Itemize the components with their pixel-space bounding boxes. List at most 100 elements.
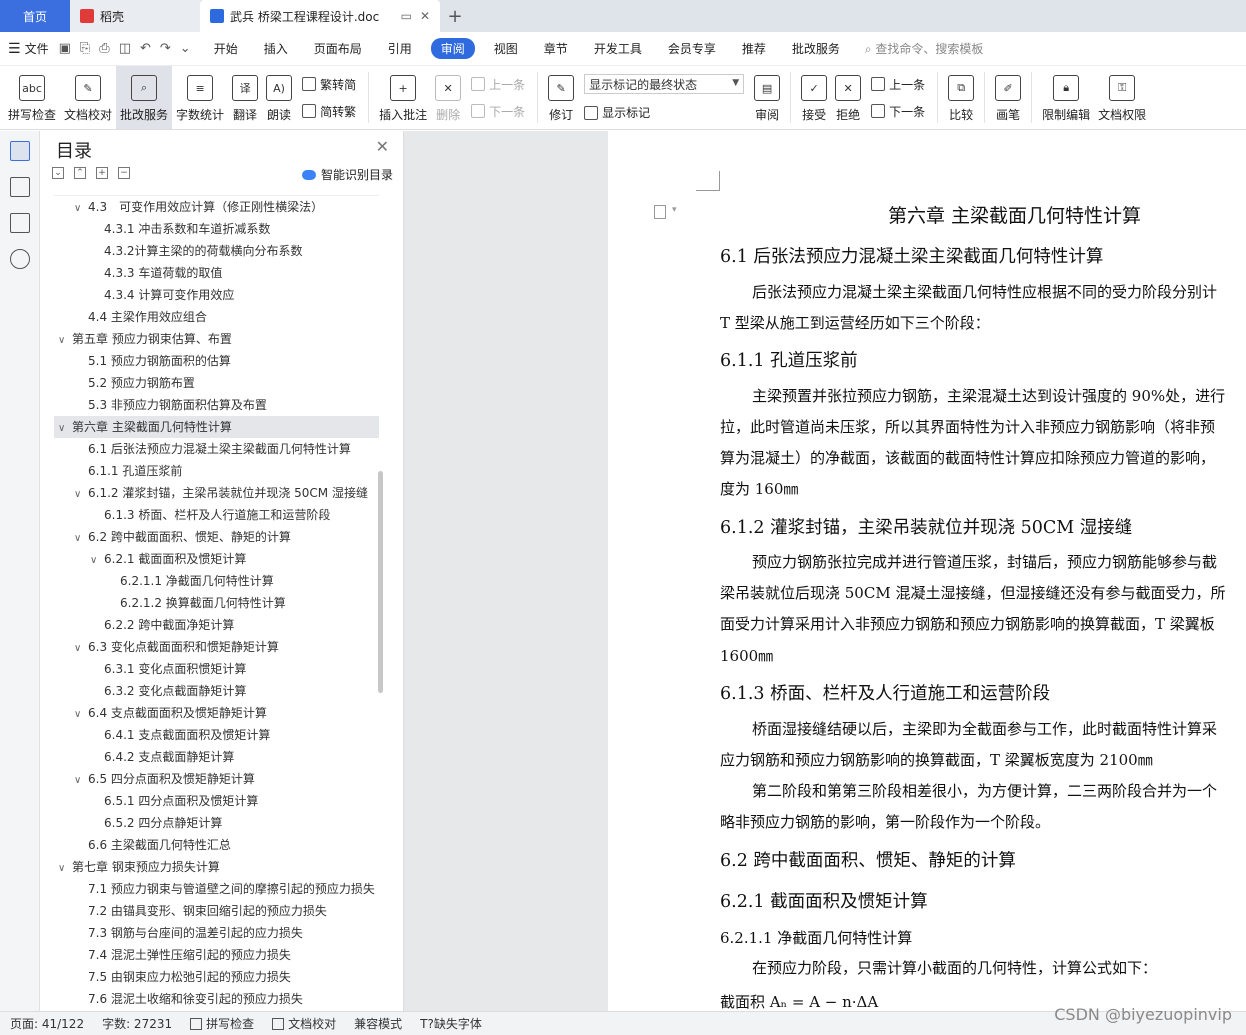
tab-home[interactable]: 首页 [0,0,70,32]
next-change-button[interactable]: 下一条 [871,103,925,120]
customize-icon[interactable]: ⌄ [180,41,191,56]
delete-comment-button[interactable]: ✕ 删除 [431,66,465,129]
simp-to-trad-button[interactable]: 简转繁 [302,103,356,120]
proofread-status[interactable]: 文档校对 [272,1015,336,1032]
toc-item[interactable]: 4.3.2计算主梁的的荷载横向分布系数 [54,240,379,262]
redo-icon[interactable]: ↷ [160,41,171,56]
trad-to-simp-button[interactable]: 繁转简 [302,76,356,93]
paragraph-doc-icon[interactable] [654,205,666,219]
toc-item[interactable]: 6.4.1 支点截面面积及惯矩计算 [54,724,379,746]
next-comment-button[interactable]: 下一条 [471,103,525,120]
toc-item[interactable]: 7.5 由钢束应力松弛引起的预应力损失 [54,966,379,988]
toc-item[interactable]: ∨ 6.3 变化点截面面积和惯矩静矩计算 [54,636,379,658]
tab-daoke[interactable]: 稻壳 [70,0,200,32]
toc-item[interactable]: ∨ 6.5 四分点面积及惯矩静矩计算 [54,768,379,790]
collapse-all-icon[interactable]: ⌄ [52,167,64,179]
chevron-down-icon[interactable]: ∨ [74,638,88,658]
chevron-down-icon[interactable]: ∨ [74,198,88,218]
reject-button[interactable]: ✕ 拒绝 [831,66,865,129]
tab-document[interactable]: 武兵 桥梁工程课程设计.doc ▭ ✕ [200,0,440,32]
doc-permission-button[interactable]: ⚿ 文档权限 [1094,66,1150,129]
toc-item[interactable]: 5.3 非预应力钢筋面积估算及布置 [54,394,379,416]
prev-comment-button[interactable]: 上一条 [471,76,525,93]
toc-item[interactable]: 6.3.2 变化点截面静矩计算 [54,680,379,702]
insert-comment-button[interactable]: + 插入批注 [375,66,431,129]
chevron-down-icon[interactable]: ∨ [58,858,72,878]
word-count-indicator[interactable]: 字数: 27231 [102,1015,172,1032]
toc-item[interactable]: ∨ 第六章 主梁截面几何特性计算 [54,416,379,438]
toc-item[interactable]: 6.1.3 桥面、栏杆及人行道施工和运营阶段 [54,504,379,526]
remove-heading-icon[interactable]: − [118,167,130,179]
track-changes-button[interactable]: ✎ 修订 [544,66,578,129]
file-menu[interactable]: ☰ 文件 [8,40,49,57]
toc-panel-icon[interactable] [10,141,30,161]
print-icon[interactable]: ⎙ [99,41,109,56]
chevron-down-icon[interactable]: ∨ [58,418,72,438]
toc-item[interactable]: 6.5.1 四分点面积及惯矩计算 [54,790,379,812]
pin-window-icon[interactable]: ▭ [401,9,412,23]
command-search[interactable]: ⌕ 查找命令、搜索模板 [865,40,984,57]
menu-review[interactable]: 审阅 [430,38,475,59]
toc-item[interactable]: 4.3.1 冲击系数和车道折减系数 [54,218,379,240]
menu-member[interactable]: 会员专享 [668,40,716,57]
page-indicator[interactable]: 页面: 41/122 [10,1015,84,1032]
undo-icon[interactable]: ↶ [140,41,151,56]
menu-review-service[interactable]: 批改服务 [792,40,840,57]
menu-developer[interactable]: 开发工具 [594,40,642,57]
review-service-button[interactable]: ⌕ 批改服务 [116,66,173,129]
toc-item[interactable]: 7.2 由锚具变形、钢束回缩引起的预应力损失 [54,900,379,922]
markup-state-select[interactable]: 显示标记的最终状态 ▼ [584,74,745,94]
toc-item[interactable]: 6.1 后张法预应力混凝土梁主梁截面几何特性计算 [54,438,379,460]
save-icon[interactable]: ▣ [59,41,71,56]
accept-button[interactable]: ✓ 接受 [797,66,831,129]
spell-check-status[interactable]: 拼写检查 [190,1015,254,1032]
menu-page-layout[interactable]: 页面布局 [314,40,362,57]
pen-button[interactable]: ✐ 画笔 [991,66,1025,129]
chevron-down-icon[interactable]: ∨ [74,528,88,548]
new-tab-button[interactable]: + [440,0,470,32]
smart-toc-button[interactable]: 智能识别目录 [301,166,393,183]
toc-item[interactable]: ∨ 第五章 预应力钢束估算、布置 [54,328,379,350]
read-aloud-button[interactable]: A) 朗读 [262,66,296,129]
menu-references[interactable]: 引用 [388,40,412,57]
toc-item[interactable]: 6.4.2 支点截面静矩计算 [54,746,379,768]
toc-item[interactable]: 7.1 预应力钢束与管道壁之间的摩擦引起的预应力损失 [54,878,379,900]
chevron-down-icon[interactable]: ∨ [74,770,88,790]
toc-item[interactable]: 6.6 主梁截面几何特性汇总 [54,834,379,856]
menu-insert[interactable]: 插入 [264,40,288,57]
chevron-down-icon[interactable]: ∨ [90,550,104,570]
chevron-down-icon[interactable]: ∨ [74,484,88,504]
spell-check-button[interactable]: abc 拼写检查 [4,66,60,129]
toc-item[interactable]: ∨ 6.4 支点截面面积及惯矩静矩计算 [54,702,379,724]
chevron-down-icon[interactable]: ∨ [74,704,88,724]
toc-item[interactable]: 6.2.1.2 换算截面几何特性计算 [54,592,379,614]
toc-item[interactable]: 4.3.3 车道荷载的取值 [54,262,379,284]
toc-item[interactable]: 7.4 混泥土弹性压缩引起的预应力损失 [54,944,379,966]
prev-change-button[interactable]: 上一条 [871,76,925,93]
translate-button[interactable]: 译翻译 [228,66,262,129]
print-preview-icon[interactable]: ◫ [119,41,131,56]
chapter-nav-icon[interactable] [10,177,30,197]
close-tab-icon[interactable]: ✕ [420,9,430,23]
toc-scrollbar[interactable] [378,471,383,693]
toc-item[interactable]: 5.1 预应力钢筋面积的估算 [54,350,379,372]
add-heading-icon[interactable]: + [96,167,108,179]
toc-item[interactable]: ∨ 4.3 可变作用效应计算（修正刚性横梁法） [54,196,379,218]
export-pdf-icon[interactable]: ⎘ [80,41,90,56]
word-count-button[interactable]: ≡ 字数统计 [172,66,228,129]
toc-item[interactable]: 6.2.2 跨中截面净矩计算 [54,614,379,636]
review-pane-button[interactable]: ▤ 审阅 [750,66,784,129]
toc-item[interactable]: 7.3 钢筋与台座间的温差引起的应力损失 [54,922,379,944]
toc-item[interactable]: 6.3.1 变化点面积惯矩计算 [54,658,379,680]
menu-start[interactable]: 开始 [214,40,238,57]
menu-view[interactable]: 视图 [494,40,518,57]
close-icon[interactable]: ✕ [376,137,389,156]
restrict-editing-button[interactable]: 🔒︎ 限制编辑 [1038,66,1094,129]
expand-all-icon[interactable]: ⌃ [74,167,86,179]
search-icon[interactable] [10,249,30,269]
toc-item[interactable]: 7.6 混泥土收缩和徐变引起的预应力损失 [54,988,379,1010]
toc-item[interactable]: ∨ 6.2.1 截面面积及惯矩计算 [54,548,379,570]
proofread-button[interactable]: ✎ 文档校对 [60,66,116,129]
toc-item[interactable]: 6.2.1.1 净截面几何特性计算 [54,570,379,592]
menu-recommend[interactable]: 推荐 [742,40,766,57]
